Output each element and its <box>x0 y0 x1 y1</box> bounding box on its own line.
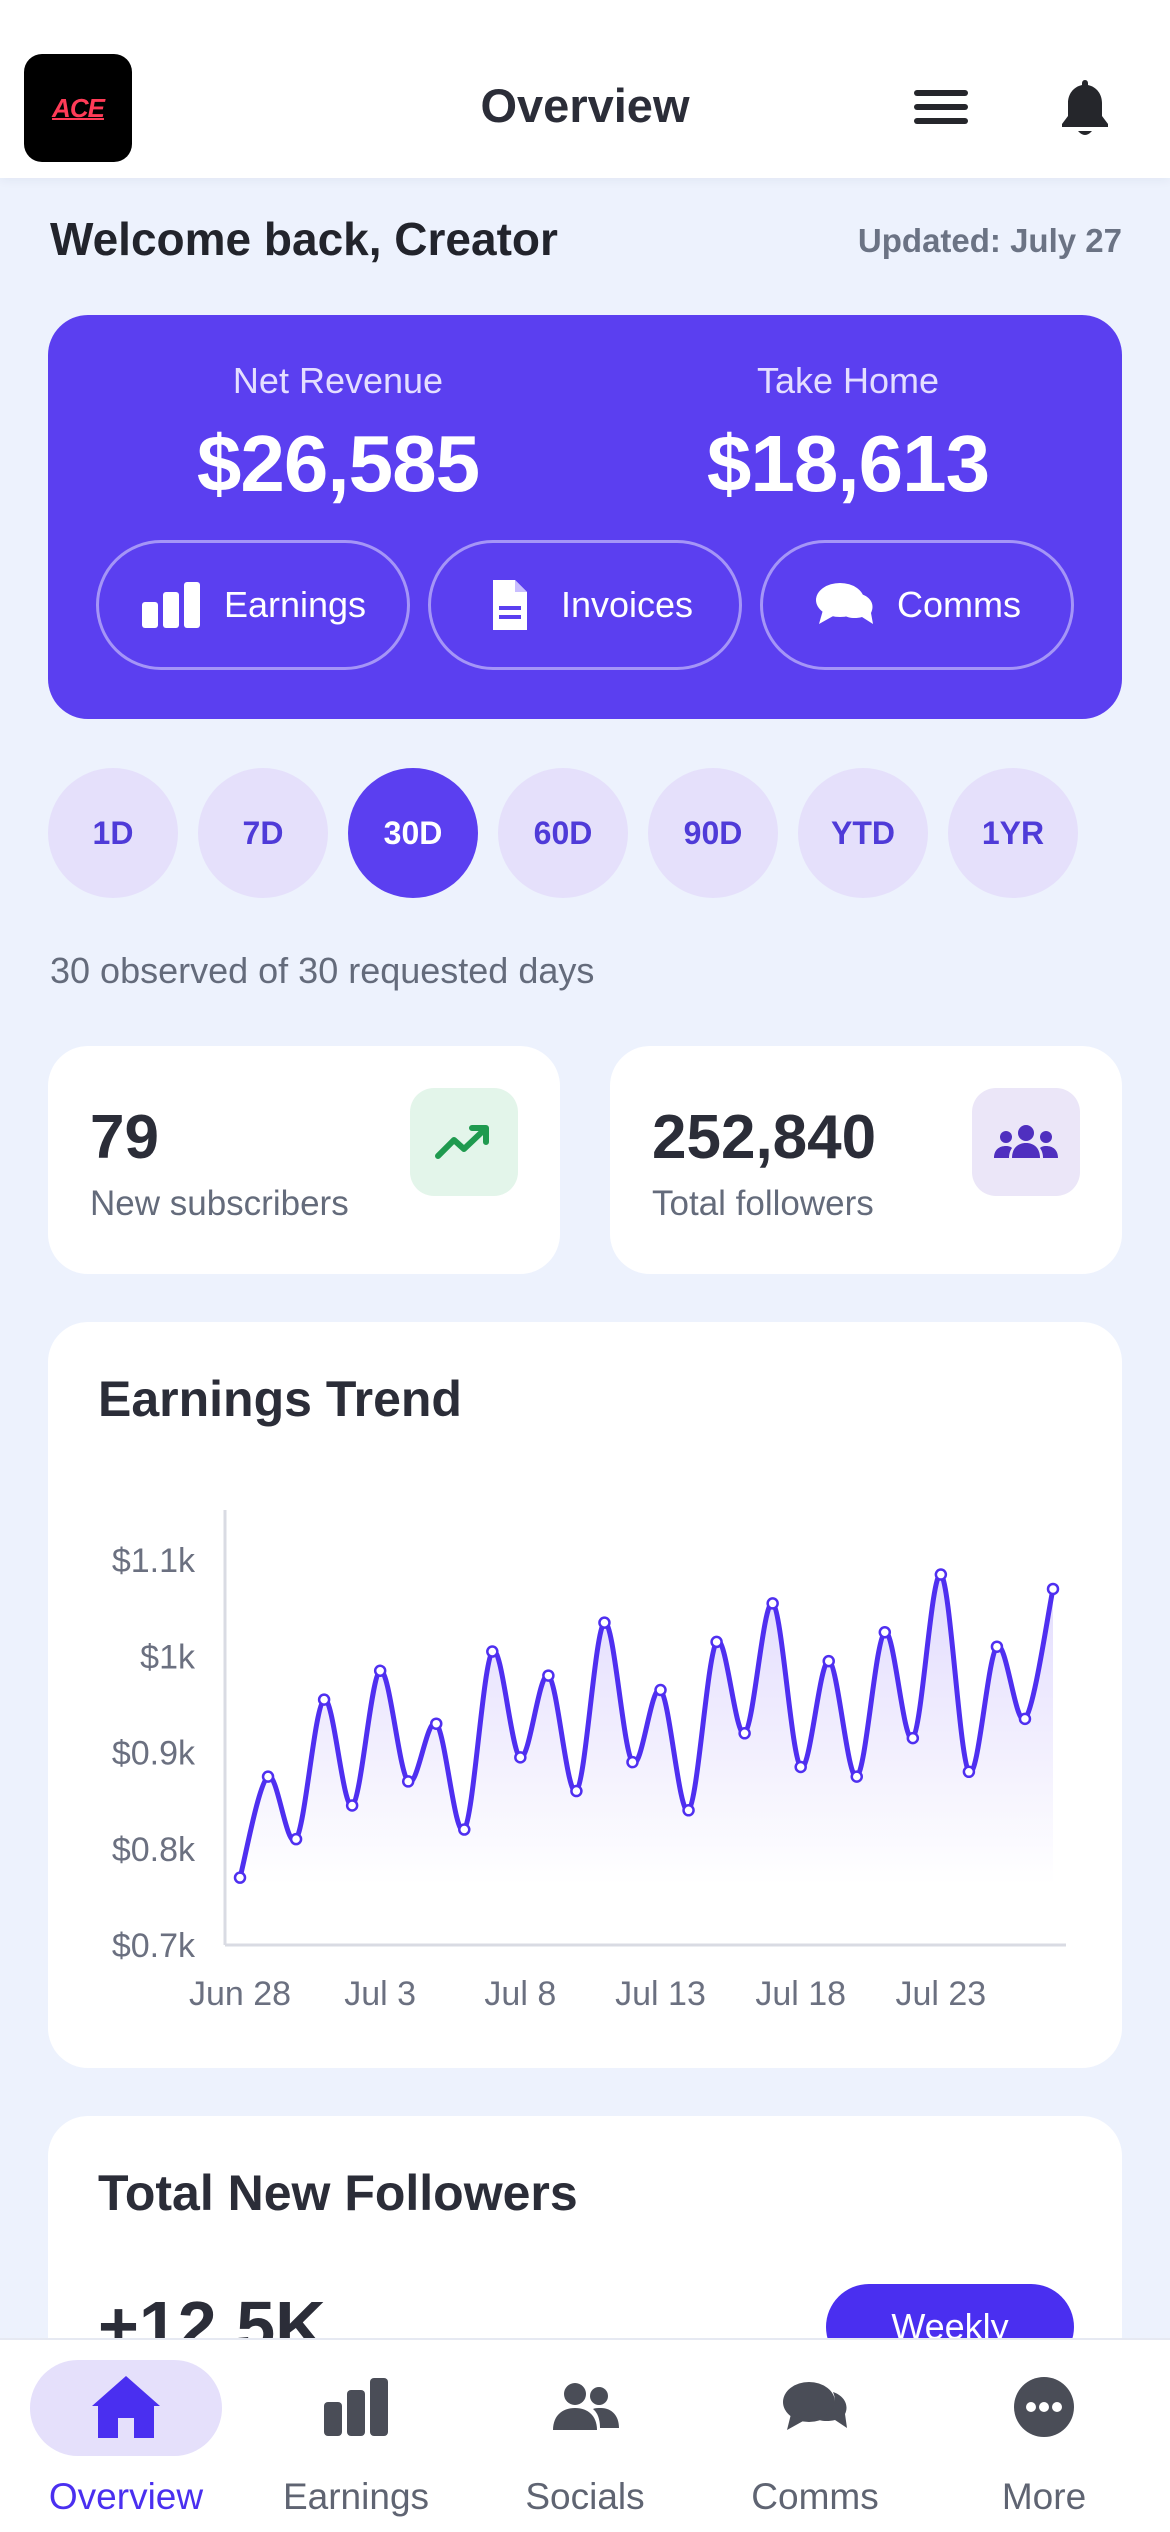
nav-tab-socials[interactable]: Socials <box>470 2350 700 2532</box>
total-followers-value: 252,840 <box>652 1103 877 1172</box>
y-tick-label: $1k <box>140 1638 196 1676</box>
invoices-button-label: Invoices <box>560 584 694 625</box>
y-tick-label: $0.9k <box>112 1735 196 1773</box>
earnings-data-point <box>962 1765 976 1779</box>
earnings-data-point <box>822 1654 835 1668</box>
nav-tab-earnings[interactable]: Earnings <box>241 2350 471 2532</box>
period-chip-30d[interactable]: 30D <box>348 768 478 898</box>
period-chip-60d[interactable]: 60D <box>498 768 628 898</box>
nav-label-overview: Overview <box>48 2476 204 2517</box>
total-new-followers-title: Total New Followers <box>98 2165 578 2221</box>
earnings-data-point <box>794 1760 807 1774</box>
earnings-data-point <box>458 1823 471 1836</box>
net-revenue-value: $26,585 <box>196 419 480 508</box>
earnings-data-point <box>878 1626 892 1639</box>
earnings-trend-chart: $0.7k $0.8k $0.9k $1k $1.1k Jun 28 Jul 3 Jul 8 J… <box>112 1510 1066 2013</box>
earnings-data-point <box>514 1751 527 1764</box>
earnings-data-point <box>542 1669 555 1682</box>
take-home-value: $18,613 <box>706 419 990 508</box>
nav-label-socials: Socials <box>525 2476 645 2517</box>
new-subscribers-card: 79 New subscribers <box>48 1046 560 1274</box>
invoices-button[interactable]: Invoices <box>428 540 742 670</box>
nav-label-more: More <box>1001 2476 1087 2517</box>
earnings-data-point <box>990 1640 1004 1653</box>
nav-label-earnings: Earnings <box>282 2476 430 2517</box>
earnings-data-point <box>850 1770 864 1783</box>
earnings-data-point <box>261 1770 275 1783</box>
earnings-data-point <box>626 1755 639 1769</box>
y-tick-label: $1.1k <box>112 1542 196 1580</box>
earnings-data-point <box>317 1693 331 1706</box>
x-tick-label: Jul 23 <box>895 1975 986 2013</box>
period-chip-ytd[interactable]: YTD <box>798 768 928 898</box>
earnings-data-point <box>654 1683 667 1697</box>
period-chip-7d[interactable]: 7D <box>198 768 328 898</box>
observed-days-text: 30 observed of 30 requested days <box>50 950 595 991</box>
revenue-summary-card: Net Revenue $26,585 Take Home $18,613 Ea… <box>48 315 1122 719</box>
app-header: ACE Overview <box>0 0 1170 178</box>
period-chip-1d[interactable]: 1D <box>48 768 178 898</box>
comms-button[interactable]: Comms <box>760 540 1074 670</box>
hamburger-menu-icon[interactable] <box>910 84 972 130</box>
nav-tab-comms[interactable]: Comms <box>700 2350 930 2532</box>
net-revenue-label: Net Revenue <box>232 360 444 401</box>
nav-tab-more[interactable]: More <box>929 2350 1159 2532</box>
earnings-data-point <box>1018 1712 1032 1726</box>
users-group-icon <box>972 1088 1080 1196</box>
period-chip-90d[interactable]: 90D <box>648 768 778 898</box>
earnings-data-point <box>766 1597 779 1610</box>
earnings-data-point <box>598 1616 611 1629</box>
x-tick-label: Jul 13 <box>615 1975 706 2013</box>
nav-tab-overview[interactable]: Overview <box>11 2350 241 2532</box>
earnings-button-label: Earnings <box>223 584 367 625</box>
nav-label-comms: Comms <box>751 2476 879 2517</box>
earnings-data-point <box>738 1727 751 1740</box>
people-icon <box>553 2383 619 2430</box>
earnings-data-point <box>570 1784 583 1798</box>
chat-icon <box>816 583 873 624</box>
x-tick-label: Jul 8 <box>484 1975 556 2013</box>
earnings-data-point <box>486 1645 499 1658</box>
trending-up-icon <box>410 1088 518 1196</box>
earnings-button[interactable]: Earnings <box>96 540 410 670</box>
earnings-data-point <box>373 1664 387 1678</box>
earnings-data-point <box>401 1775 415 1788</box>
earnings-trend-card: Earnings Trend $0.7k $0.8k $0.9k $1k $1.1k Ju… <box>48 1322 1122 2068</box>
document-icon <box>492 580 527 630</box>
x-tick-label: Jul 18 <box>755 1975 846 2013</box>
page-title: Overview <box>480 79 690 132</box>
total-followers-card: 252,840 Total followers <box>610 1046 1122 1274</box>
net-revenue-block: Net Revenue $26,585 <box>98 360 578 510</box>
earnings-data-point <box>233 1871 247 1884</box>
earnings-data-point <box>934 1568 948 1581</box>
earnings-data-point <box>682 1804 695 1817</box>
bell-icon[interactable] <box>1056 76 1114 140</box>
bar-chart-icon <box>141 582 200 628</box>
bottom-navigation: Overview Earnings Socials Comms More <box>0 2338 1170 2532</box>
earnings-data-point <box>429 1717 443 1730</box>
chat-bubbles-icon <box>783 2382 847 2430</box>
earnings-data-point <box>345 1799 359 1812</box>
take-home-label: Take Home <box>756 360 940 401</box>
earnings-data-point <box>289 1832 303 1846</box>
total-followers-label: Total followers <box>652 1184 874 1223</box>
take-home-block: Take Home $18,613 <box>608 360 1088 510</box>
earnings-data-point <box>1046 1582 1060 1596</box>
earnings-data-point <box>710 1635 723 1649</box>
period-chip-1yr[interactable]: 1YR <box>948 768 1078 898</box>
bar-chart-icon <box>324 2378 388 2436</box>
more-dots-icon <box>1014 2377 1074 2437</box>
x-tick-label: Jul 3 <box>344 1975 416 2013</box>
new-subscribers-value: 79 <box>90 1103 159 1172</box>
comms-button-label: Comms <box>897 584 1021 625</box>
earnings-data-point <box>906 1731 920 1745</box>
updated-timestamp: Updated: July 27 <box>857 222 1122 259</box>
home-icon <box>92 2376 160 2438</box>
y-tick-label: $0.8k <box>112 1831 196 1869</box>
x-tick-label: Jun 28 <box>189 1975 291 2013</box>
welcome-greeting: Welcome back, Creator <box>50 213 558 265</box>
y-tick-label: $0.7k <box>112 1927 196 1965</box>
new-subscribers-label: New subscribers <box>90 1184 349 1223</box>
